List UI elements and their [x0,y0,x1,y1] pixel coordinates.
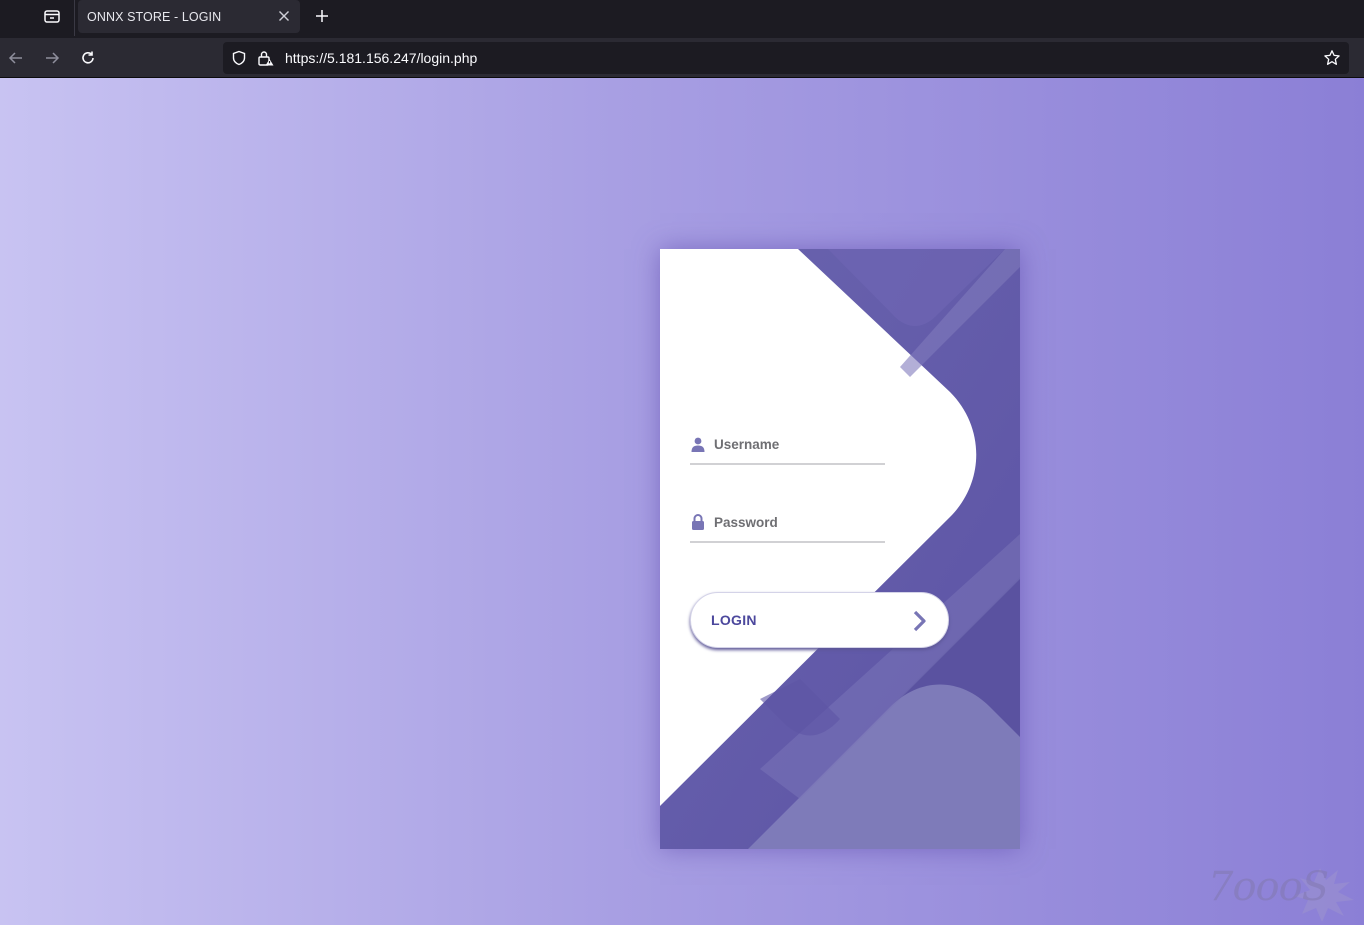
plus-icon[interactable] [311,5,333,27]
user-icon [690,436,706,452]
browser-tab-bar: ONNX STORE - LOGIN [0,0,1364,38]
star-icon[interactable] [1323,49,1341,72]
page-background: LOGIN 7oooS [0,78,1364,925]
watermark-logo: 7oooS [1200,858,1360,922]
back-arrow-icon[interactable] [4,46,28,70]
login-button[interactable]: LOGIN [690,592,949,648]
tab-list-icon[interactable] [40,5,64,27]
tab-title: ONNX STORE - LOGIN [87,9,222,24]
shield-icon[interactable] [231,50,247,71]
url-bar[interactable]: https://5.181.156.247/login.php [223,42,1349,74]
url-text[interactable]: https://5.181.156.247/login.php [285,50,477,66]
forward-arrow-icon[interactable] [40,46,64,70]
browser-tab-active[interactable]: ONNX STORE - LOGIN [78,0,300,33]
username-input[interactable] [714,433,884,455]
tab-separator [74,0,75,36]
login-card: LOGIN [660,249,1020,849]
lock-icon [690,514,706,530]
watermark-text: 7oooS [1208,864,1329,910]
login-button-label: LOGIN [711,612,757,628]
insecure-lock-icon[interactable] [257,50,275,71]
decorative-shapes [660,249,1020,849]
chevron-right-icon [910,610,930,632]
password-field [690,507,885,543]
username-field [690,429,885,465]
password-input[interactable] [714,511,884,533]
close-icon[interactable] [276,8,292,24]
browser-nav-bar: https://5.181.156.247/login.php [0,38,1364,78]
reload-icon[interactable] [76,46,100,70]
